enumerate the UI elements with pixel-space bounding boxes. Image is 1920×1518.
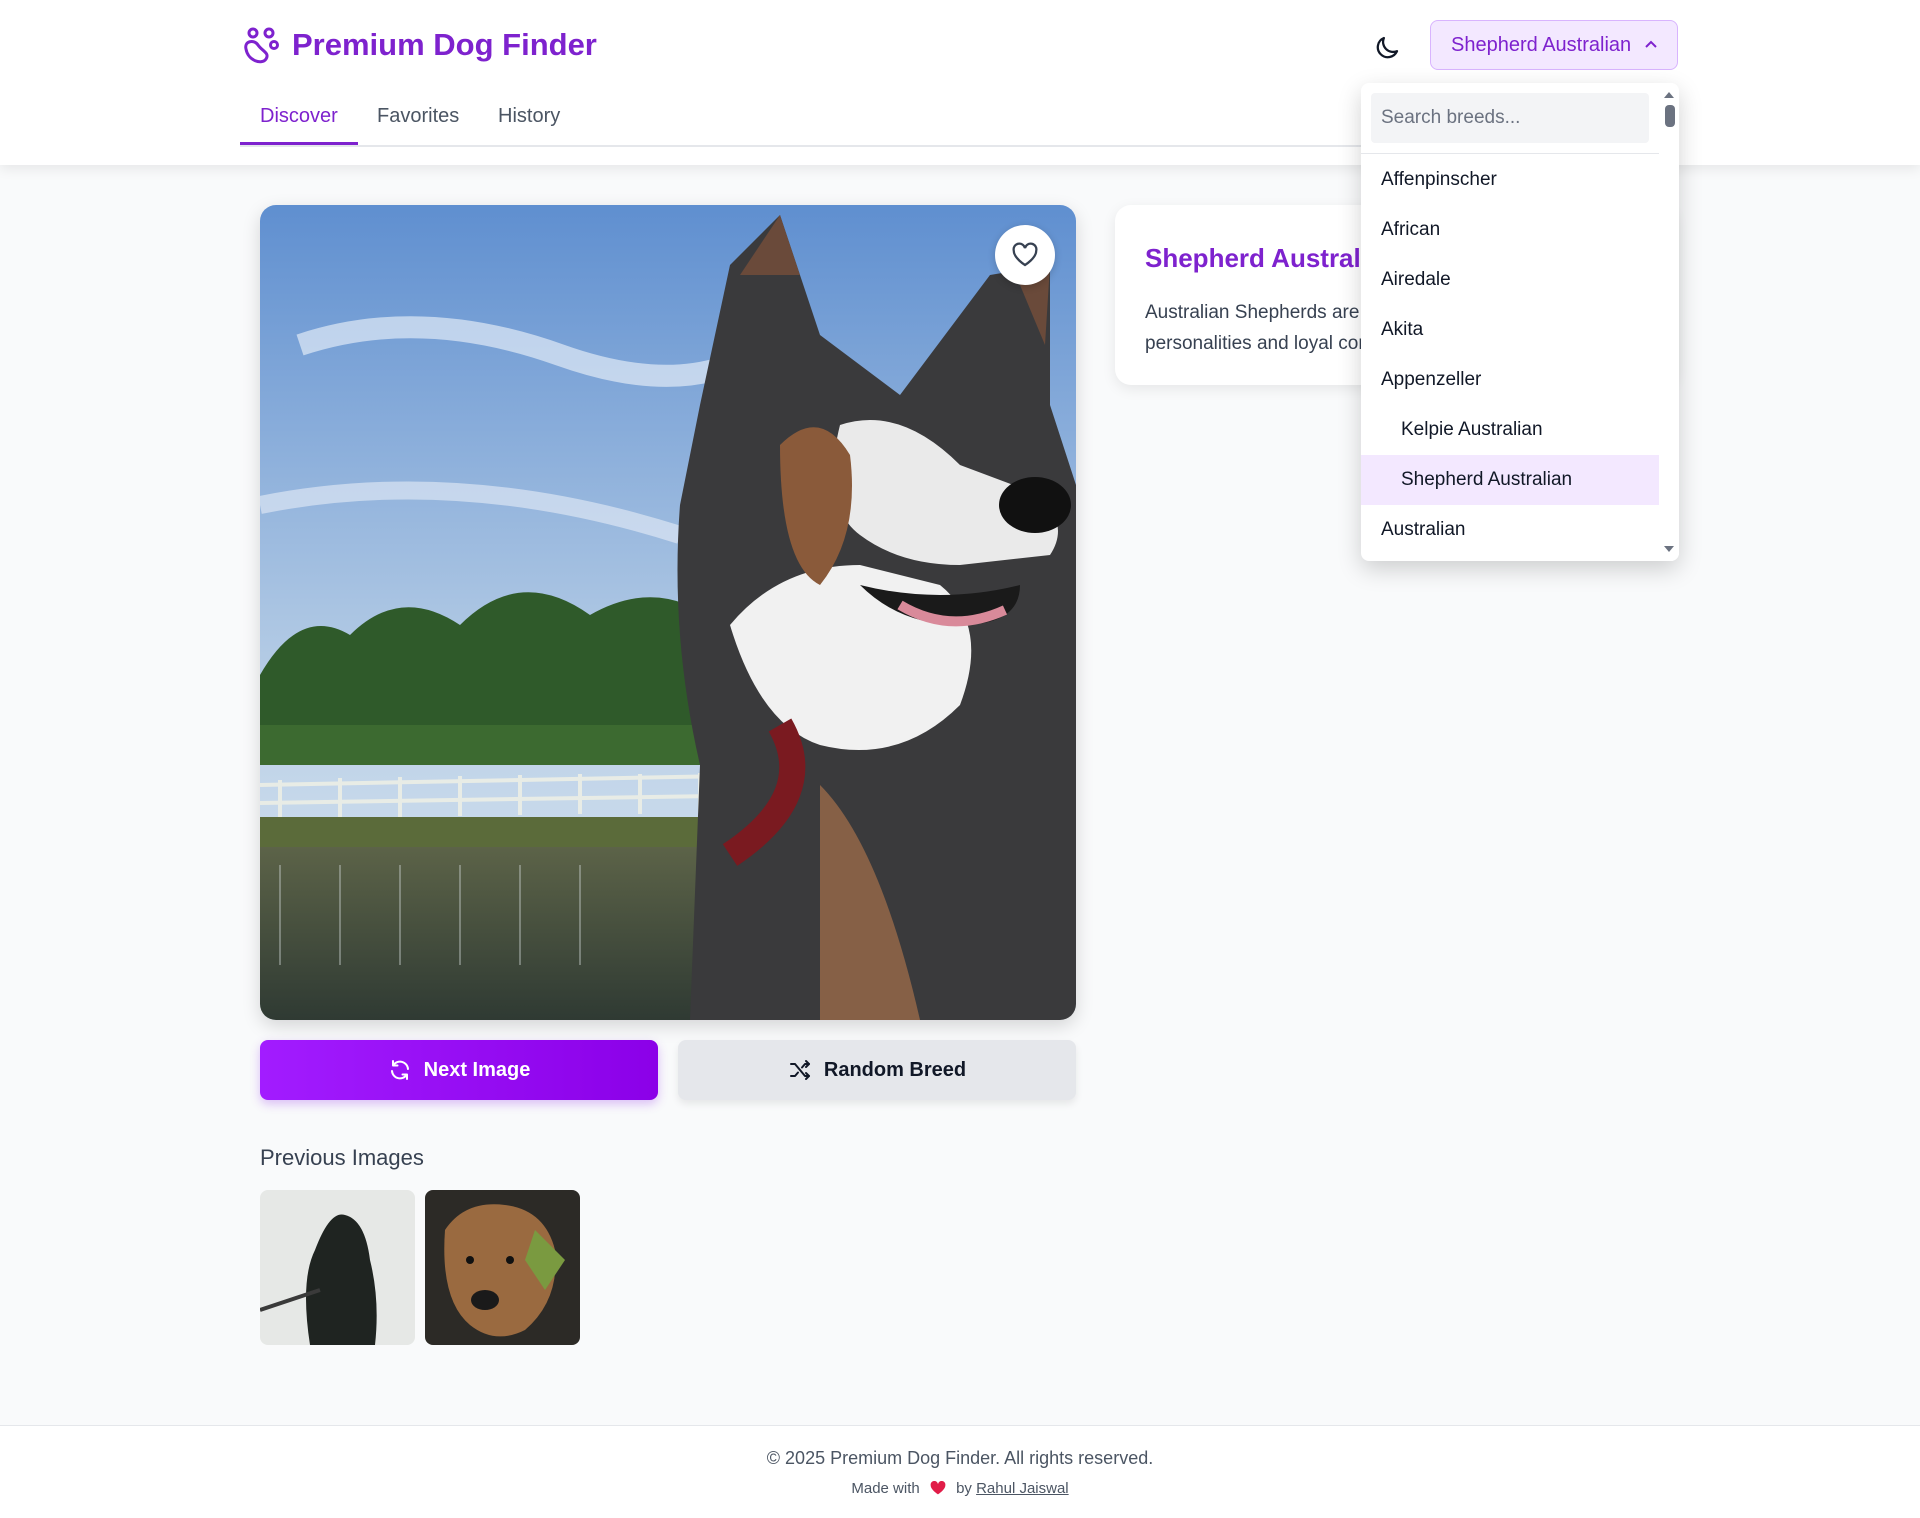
theme-toggle-button[interactable] bbox=[1372, 33, 1402, 63]
breed-dropdown: Affenpinscher African Airedale Akita App… bbox=[1361, 83, 1679, 561]
dropdown-scrollbar[interactable] bbox=[1659, 83, 1679, 561]
refresh-icon bbox=[390, 1060, 409, 1080]
moon-icon bbox=[1376, 36, 1399, 59]
active-tab-indicator bbox=[240, 142, 358, 145]
breed-search-input[interactable] bbox=[1371, 93, 1649, 143]
breed-option[interactable]: African bbox=[1361, 205, 1659, 255]
tab-favorites[interactable]: Favorites bbox=[377, 105, 459, 128]
breed-select[interactable]: Shepherd Australian bbox=[1430, 20, 1678, 70]
random-breed-label: Random Breed bbox=[823, 1058, 967, 1081]
scrollbar-thumb[interactable] bbox=[1665, 105, 1675, 127]
paw-icon bbox=[244, 27, 279, 64]
breed-option[interactable]: Airedale bbox=[1361, 255, 1659, 305]
dropdown-divider bbox=[1361, 153, 1659, 154]
dog-thumbnail bbox=[260, 1190, 415, 1345]
previous-image-thumb[interactable] bbox=[260, 1190, 415, 1345]
previous-images-title: Previous Images bbox=[260, 1145, 424, 1170]
breed-select-value: Shepherd Australian bbox=[1451, 33, 1632, 56]
page-footer: © 2025 Premium Dog Finder. All rights re… bbox=[0, 1425, 1920, 1518]
app-title: Premium Dog Finder bbox=[292, 27, 597, 62]
scroll-up-icon bbox=[1664, 92, 1674, 98]
next-image-label: Next Image bbox=[423, 1058, 531, 1081]
by-text: by bbox=[956, 1480, 972, 1497]
app-logo[interactable]: Premium Dog Finder bbox=[240, 25, 597, 65]
sub-breed-option-selected[interactable]: Shepherd Australian bbox=[1361, 455, 1659, 505]
author-link[interactable]: Rahul Jaiswal bbox=[976, 1480, 1069, 1497]
tab-discover[interactable]: Discover bbox=[260, 105, 338, 128]
shuffle-icon bbox=[789, 1060, 810, 1080]
heart-outline-icon bbox=[1012, 242, 1038, 267]
dog-photo bbox=[260, 205, 1076, 1020]
next-image-button[interactable]: Next Image bbox=[260, 1040, 658, 1100]
heart-icon bbox=[930, 1481, 946, 1495]
dog-image bbox=[260, 205, 1076, 1020]
previous-image-thumb[interactable] bbox=[425, 1190, 580, 1345]
breed-option[interactable]: Affenpinscher bbox=[1361, 155, 1659, 205]
tab-history[interactable]: History bbox=[498, 105, 560, 128]
chevron-up-icon bbox=[1645, 40, 1657, 48]
random-breed-button[interactable]: Random Breed bbox=[678, 1040, 1076, 1100]
breed-option[interactable]: Akita bbox=[1361, 305, 1659, 355]
copyright-text: © 2025 Premium Dog Finder. All rights re… bbox=[766, 1448, 1154, 1468]
scroll-down-icon bbox=[1664, 546, 1674, 552]
breed-option[interactable]: Appenzeller bbox=[1361, 355, 1659, 405]
dog-thumbnail bbox=[425, 1190, 580, 1345]
favorite-button[interactable] bbox=[995, 225, 1055, 285]
sub-breed-option[interactable]: Kelpie Australian bbox=[1361, 405, 1659, 455]
made-with-text: Made with bbox=[851, 1480, 920, 1497]
made-with-line: Made with by Rahul Jaiswal bbox=[0, 1480, 1920, 1497]
breed-option[interactable]: Australian bbox=[1361, 505, 1659, 555]
